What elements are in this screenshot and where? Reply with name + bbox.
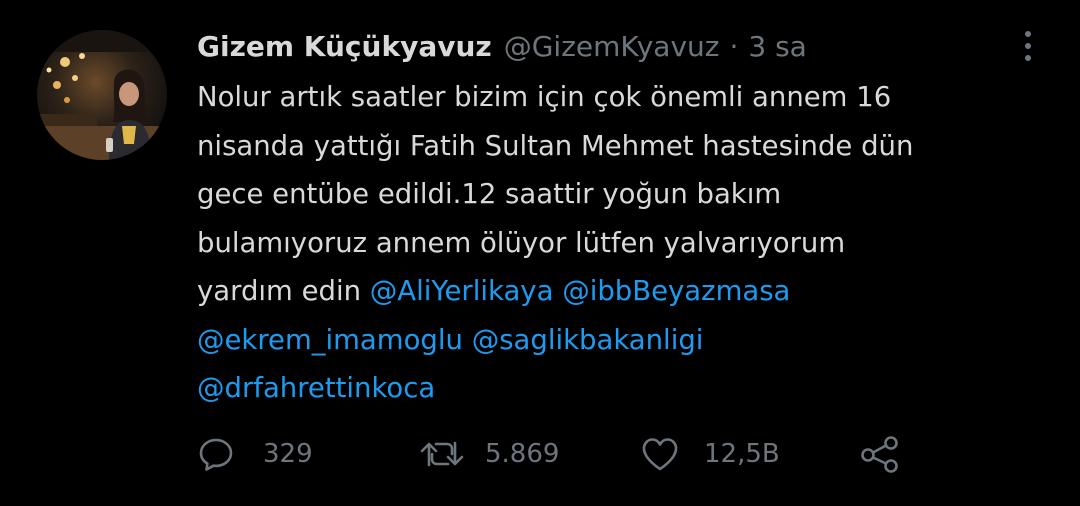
reply-button[interactable]: 329 <box>197 428 313 480</box>
tweet-text: Nolur artık saatler bizim için çok öneml… <box>197 73 1047 413</box>
mention-link[interactable]: @saglikbakanligi <box>472 324 704 356</box>
reply-icon <box>197 435 235 473</box>
tweet-header: Gizem Küçükyavuz @GizemKyavuz · 3 sa <box>197 24 807 68</box>
tweet-text-segment <box>553 275 562 307</box>
mention-link[interactable]: @ekrem_imamoglu <box>197 324 463 356</box>
tweet-text-line: nisanda yattığı Fatih Sultan Mehmet hast… <box>197 122 1047 171</box>
mention-link[interactable]: @AliYerlikaya <box>370 275 554 307</box>
like-button[interactable]: 12,5B <box>640 428 780 480</box>
share-button[interactable] <box>859 428 901 480</box>
author-display-name[interactable]: Gizem Küçükyavuz <box>197 30 492 63</box>
tweet-text-line: bulamıyoruz annem ölüyor lütfen yalvarıy… <box>197 219 1047 268</box>
more-vertical-icon[interactable] <box>1016 26 1040 66</box>
mention-link[interactable]: @drfahrettinkoca <box>197 372 435 404</box>
tweet-text-segment: gece entübe edildi.12 saattir yoğun bakı… <box>197 178 782 210</box>
tweet-text-line: @ekrem_imamoglu @saglikbakanligi <box>197 316 1047 365</box>
reply-count: 329 <box>263 439 313 469</box>
retweet-icon <box>419 435 465 473</box>
tweet-text-line: @drfahrettinkoca <box>197 364 1047 413</box>
tweet: Gizem Küçükyavuz @GizemKyavuz · 3 sa Nol… <box>0 0 1080 506</box>
tweet-text-segment: nisanda yattığı Fatih Sultan Mehmet hast… <box>197 129 914 162</box>
tweet-text-line: yardım edin @AliYerlikaya @ibbBeyazmasa <box>197 267 1047 316</box>
tweet-text-line: Nolur artık saatler bizim için çok öneml… <box>197 73 1047 122</box>
avatar[interactable] <box>37 30 167 160</box>
tweet-text-segment <box>463 324 472 356</box>
like-icon <box>640 435 680 473</box>
tweet-timestamp[interactable]: 3 sa <box>748 30 806 63</box>
like-count: 12,5B <box>704 439 780 469</box>
retweet-count: 5.869 <box>485 439 560 469</box>
tweet-text-line: gece entübe edildi.12 saattir yoğun bakı… <box>197 170 1047 219</box>
separator-dot: · <box>729 29 739 63</box>
tweet-text-segment: yardım edin <box>197 275 370 307</box>
tweet-text-segment: bulamıyoruz annem ölüyor lütfen yalvarıy… <box>197 226 846 259</box>
tweet-text-segment: Nolur artık saatler bizim için çok öneml… <box>197 81 892 113</box>
author-handle[interactable]: @GizemKyavuz <box>504 30 720 63</box>
mention-link[interactable]: @ibbBeyazmasa <box>562 275 790 307</box>
retweet-button[interactable]: 5.869 <box>419 428 559 480</box>
share-icon <box>859 435 901 473</box>
